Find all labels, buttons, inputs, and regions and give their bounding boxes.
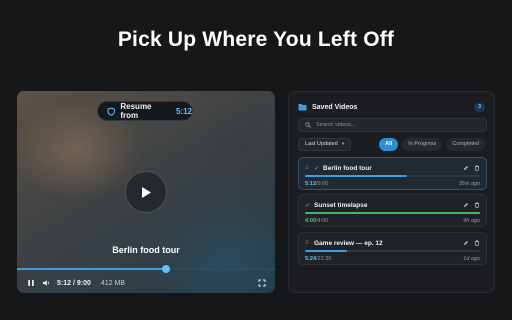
video-title: Berlin food tour bbox=[112, 245, 180, 255]
card-length: 22:30 bbox=[317, 255, 332, 262]
headline: Pick Up Where You Left Off bbox=[117, 28, 395, 51]
edit-icon[interactable] bbox=[463, 165, 469, 171]
pause-button[interactable] bbox=[25, 278, 36, 289]
card-progress-fill bbox=[305, 175, 407, 177]
sort-label: Last Updated bbox=[305, 141, 338, 147]
card-updated: 1d ago bbox=[463, 255, 480, 262]
card-title: Berlin food tour bbox=[323, 164, 372, 172]
trash-icon[interactable] bbox=[474, 202, 480, 208]
pause-icon bbox=[27, 280, 34, 286]
filter-all[interactable]: All bbox=[379, 137, 399, 151]
card-updated: 35m ago bbox=[458, 180, 480, 187]
filter-in-progress[interactable]: In Progress bbox=[402, 137, 443, 151]
card-progress-fill bbox=[305, 212, 480, 214]
search-input[interactable] bbox=[316, 122, 476, 128]
sort-select[interactable]: Last Updated ▾ bbox=[298, 137, 352, 151]
duration: 9:00 bbox=[76, 279, 91, 287]
fullscreen-button[interactable] bbox=[256, 278, 267, 289]
filter-row: Last Updated ▾ All In Progress Completed bbox=[298, 137, 485, 151]
seek-bar-progress bbox=[17, 268, 167, 270]
filter-completed[interactable]: Completed bbox=[446, 137, 485, 151]
card-title: Game review — ep. 12 bbox=[314, 239, 383, 247]
search-box[interactable] bbox=[298, 118, 487, 132]
video-card[interactable]: ≡ Game review — ep. 12 5:24 / 22:30 1d a… bbox=[298, 232, 487, 265]
chevron-down-icon: ▾ bbox=[341, 141, 345, 147]
card-progress-bar bbox=[305, 175, 480, 177]
card-updated: 4h ago bbox=[463, 217, 480, 224]
time-readout: 5:12 / 9:00 bbox=[57, 280, 91, 287]
panel-title: Saved Videos bbox=[312, 103, 358, 111]
trash-icon[interactable] bbox=[474, 165, 480, 171]
fullscreen-icon bbox=[258, 279, 265, 287]
card-progress-bar bbox=[305, 250, 480, 252]
video-card[interactable]: ≡ ✓ Berlin food tour 5:12 / 9:00 35m ago bbox=[298, 157, 487, 190]
edit-icon[interactable] bbox=[463, 202, 469, 208]
card-position: 4:00 bbox=[305, 217, 317, 224]
card-length: 4:00 bbox=[317, 217, 329, 224]
resume-button[interactable]: Resume from 5:12 bbox=[97, 101, 193, 121]
drag-handle-icon[interactable]: ≡ bbox=[305, 165, 310, 171]
search-icon bbox=[305, 122, 311, 128]
count-badge: 3 bbox=[474, 102, 485, 112]
trash-icon[interactable] bbox=[474, 240, 480, 246]
player-controls: 5:12 / 9:00 412 MB bbox=[17, 273, 275, 293]
saved-videos-panel: Saved Videos 3 Last Updated ▾ All In Pro… bbox=[288, 91, 495, 293]
check-icon: ✓ bbox=[305, 202, 311, 209]
play-icon bbox=[142, 186, 151, 198]
drag-handle-icon[interactable]: ≡ bbox=[305, 240, 310, 246]
card-length: 9:00 bbox=[317, 180, 329, 187]
card-position: 5:12 bbox=[305, 180, 317, 187]
card-progress-bar bbox=[305, 212, 480, 214]
video-card[interactable]: ✓ Sunset timelapse 4:00 / 4:00 4h ago bbox=[298, 194, 487, 227]
video-player[interactable]: Resume from 5:12 Berlin food tour 5:12 /… bbox=[17, 91, 275, 293]
check-icon: ✓ bbox=[314, 165, 320, 172]
volume-icon bbox=[42, 280, 49, 286]
card-title: Sunset timelapse bbox=[314, 201, 368, 209]
card-position: 5:24 bbox=[305, 255, 317, 262]
resume-label: Resume from bbox=[120, 102, 152, 120]
seek-bar[interactable] bbox=[17, 265, 275, 273]
shield-icon bbox=[107, 106, 115, 116]
resume-time: 5:12 bbox=[175, 106, 192, 116]
edit-icon[interactable] bbox=[463, 240, 469, 246]
current-time: 5:12 bbox=[57, 279, 72, 287]
card-progress-fill bbox=[305, 250, 347, 252]
seek-bar-handle[interactable] bbox=[162, 265, 171, 273]
file-size: 412 MB bbox=[100, 279, 125, 287]
play-button[interactable] bbox=[125, 171, 167, 213]
volume-button[interactable] bbox=[40, 278, 51, 289]
folder-icon bbox=[298, 104, 307, 111]
panel-header: Saved Videos 3 bbox=[298, 100, 485, 114]
